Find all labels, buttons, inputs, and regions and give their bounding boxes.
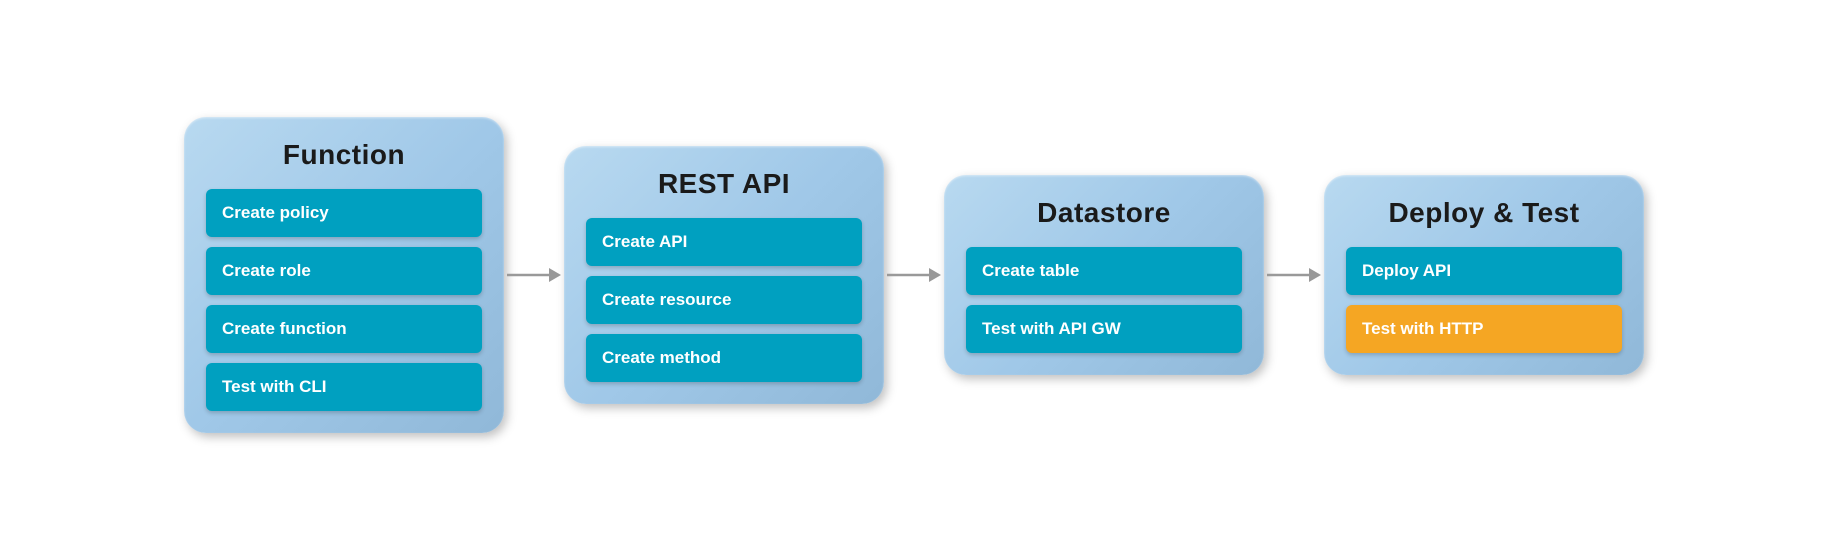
arrow	[1264, 260, 1324, 290]
arrow	[504, 260, 564, 290]
item-btn-deploy-api[interactable]: Deploy API	[1346, 247, 1622, 295]
item-btn-create-function[interactable]: Create function	[206, 305, 482, 353]
diagram: Function Create policy Create role Create f…	[144, 97, 1684, 453]
item-btn-create-policy[interactable]: Create policy	[206, 189, 482, 237]
panel-datastore: Datastore Create table Test with API GW	[944, 175, 1264, 375]
item-btn-create-method[interactable]: Create method	[586, 334, 862, 382]
item-btn-create-role[interactable]: Create role	[206, 247, 482, 295]
item-btn-test-with-http[interactable]: Test with HTTP	[1346, 305, 1622, 353]
panel-title-rest-api: REST API	[586, 168, 862, 200]
panel-deploy-test: Deploy & Test Deploy API Test with HTTP	[1324, 175, 1644, 375]
panel-rest-api: REST APICreate APICreate resourceCreate …	[564, 146, 884, 404]
item-btn-test-with-cli[interactable]: Test with CLI	[206, 363, 482, 411]
panel-items-deploy-test: Deploy API Test with HTTP	[1346, 247, 1622, 353]
panel-title-function: Function	[206, 139, 482, 171]
panel-function: Function Create policy Create role Create f…	[184, 117, 504, 433]
panel-items-datastore: Create table Test with API GW	[966, 247, 1242, 353]
item-btn-test-with-api-gw[interactable]: Test with API GW	[966, 305, 1242, 353]
panel-title-deploy-test: Deploy & Test	[1346, 197, 1622, 229]
panel-items-function: Create policy Create role Create function T…	[206, 189, 482, 411]
item-btn-create-resource[interactable]: Create resource	[586, 276, 862, 324]
item-btn-create-api[interactable]: Create API	[586, 218, 862, 266]
panel-items-rest-api: Create API Create resource Create method	[586, 218, 862, 382]
arrow	[884, 260, 944, 290]
panel-title-datastore: Datastore	[966, 197, 1242, 229]
item-btn-create-table[interactable]: Create table	[966, 247, 1242, 295]
